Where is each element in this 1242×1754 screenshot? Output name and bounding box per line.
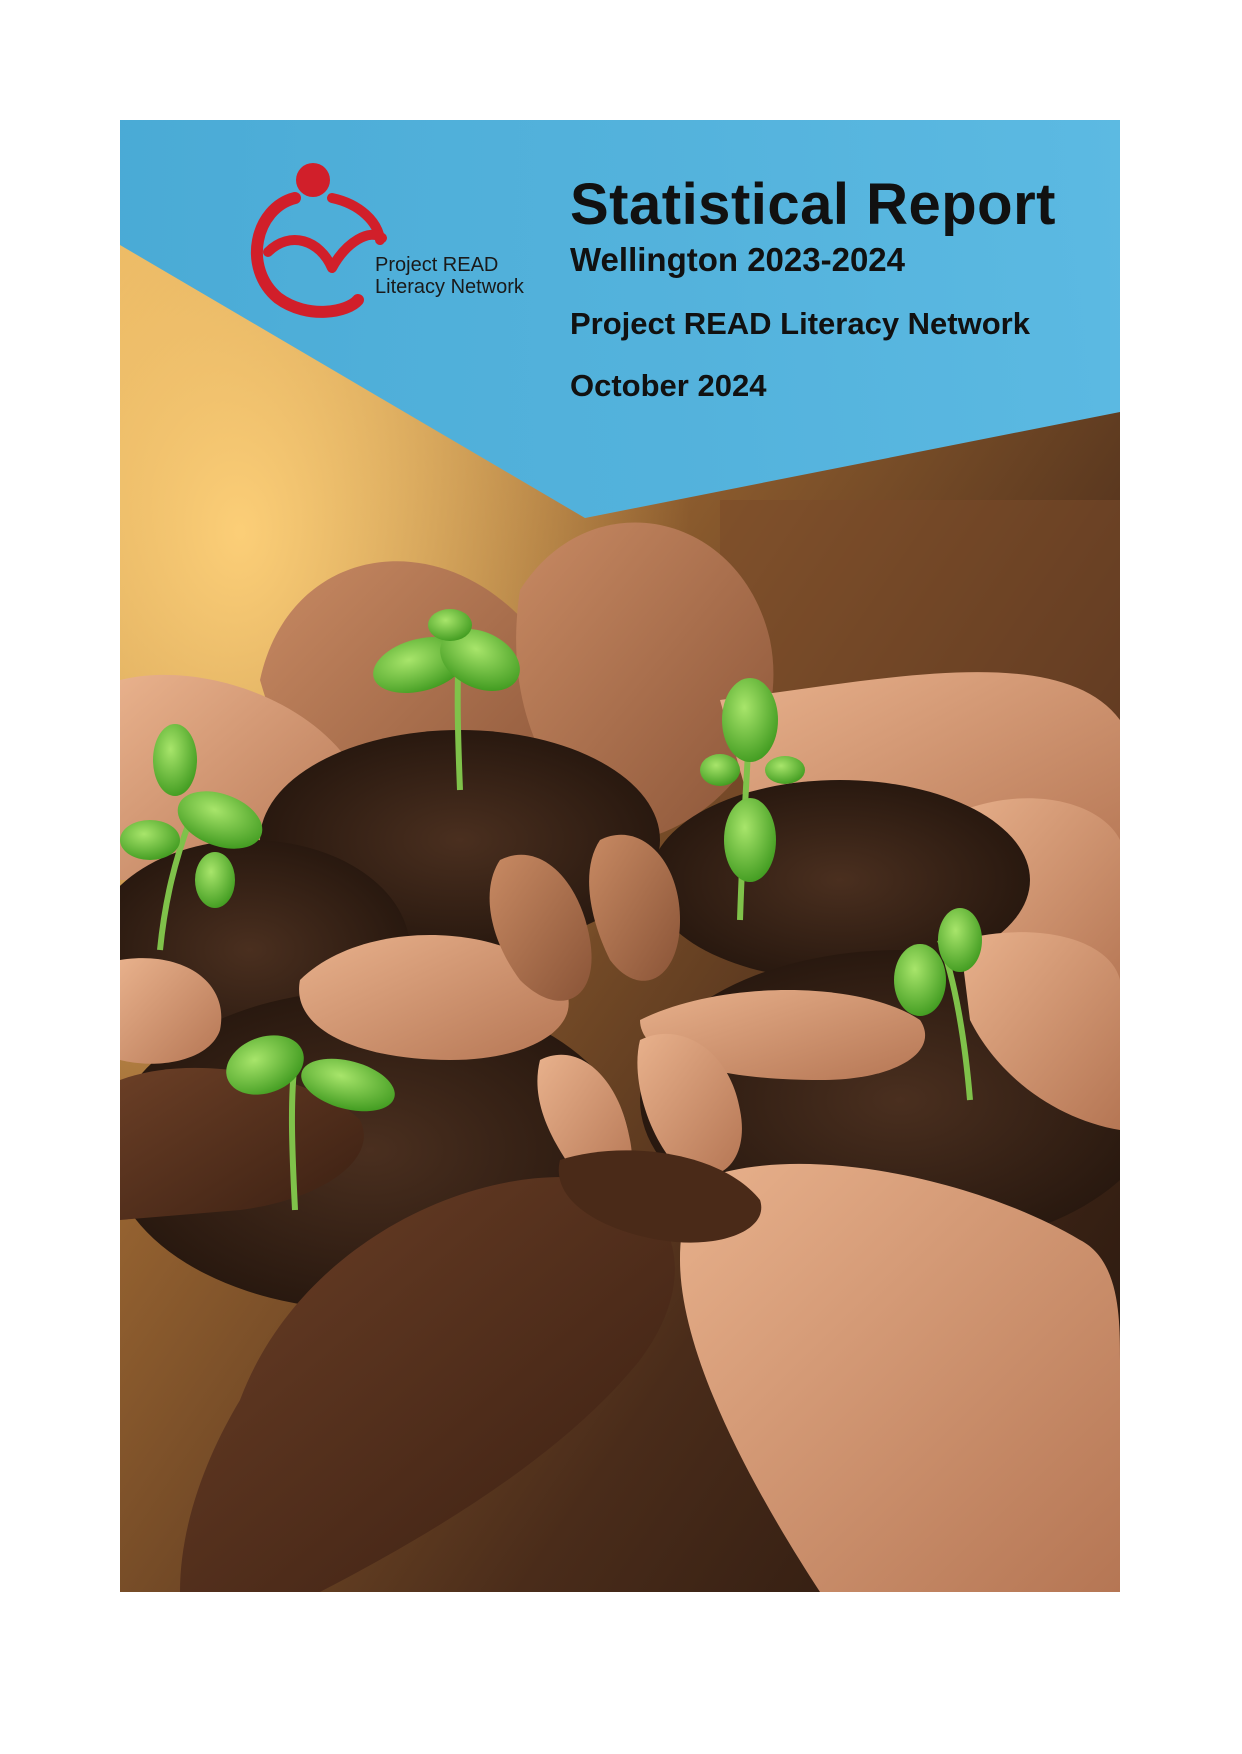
logo-wordmark: Project READ Literacy Network	[375, 254, 524, 298]
report-cover: Project READ Literacy Network Statistica…	[120, 120, 1120, 1592]
organization-name: Project READ Literacy Network	[570, 306, 1030, 341]
logo-line-1: Project READ	[375, 254, 499, 276]
report-date: October 2024	[570, 368, 767, 403]
logo-line-2: Literacy Network	[375, 276, 524, 298]
report-title: Statistical Report	[570, 172, 1056, 237]
report-subtitle: Wellington 2023-2024	[570, 241, 906, 278]
cover-titles: Statistical Report Wellington 2023-2024 …	[570, 172, 1056, 406]
